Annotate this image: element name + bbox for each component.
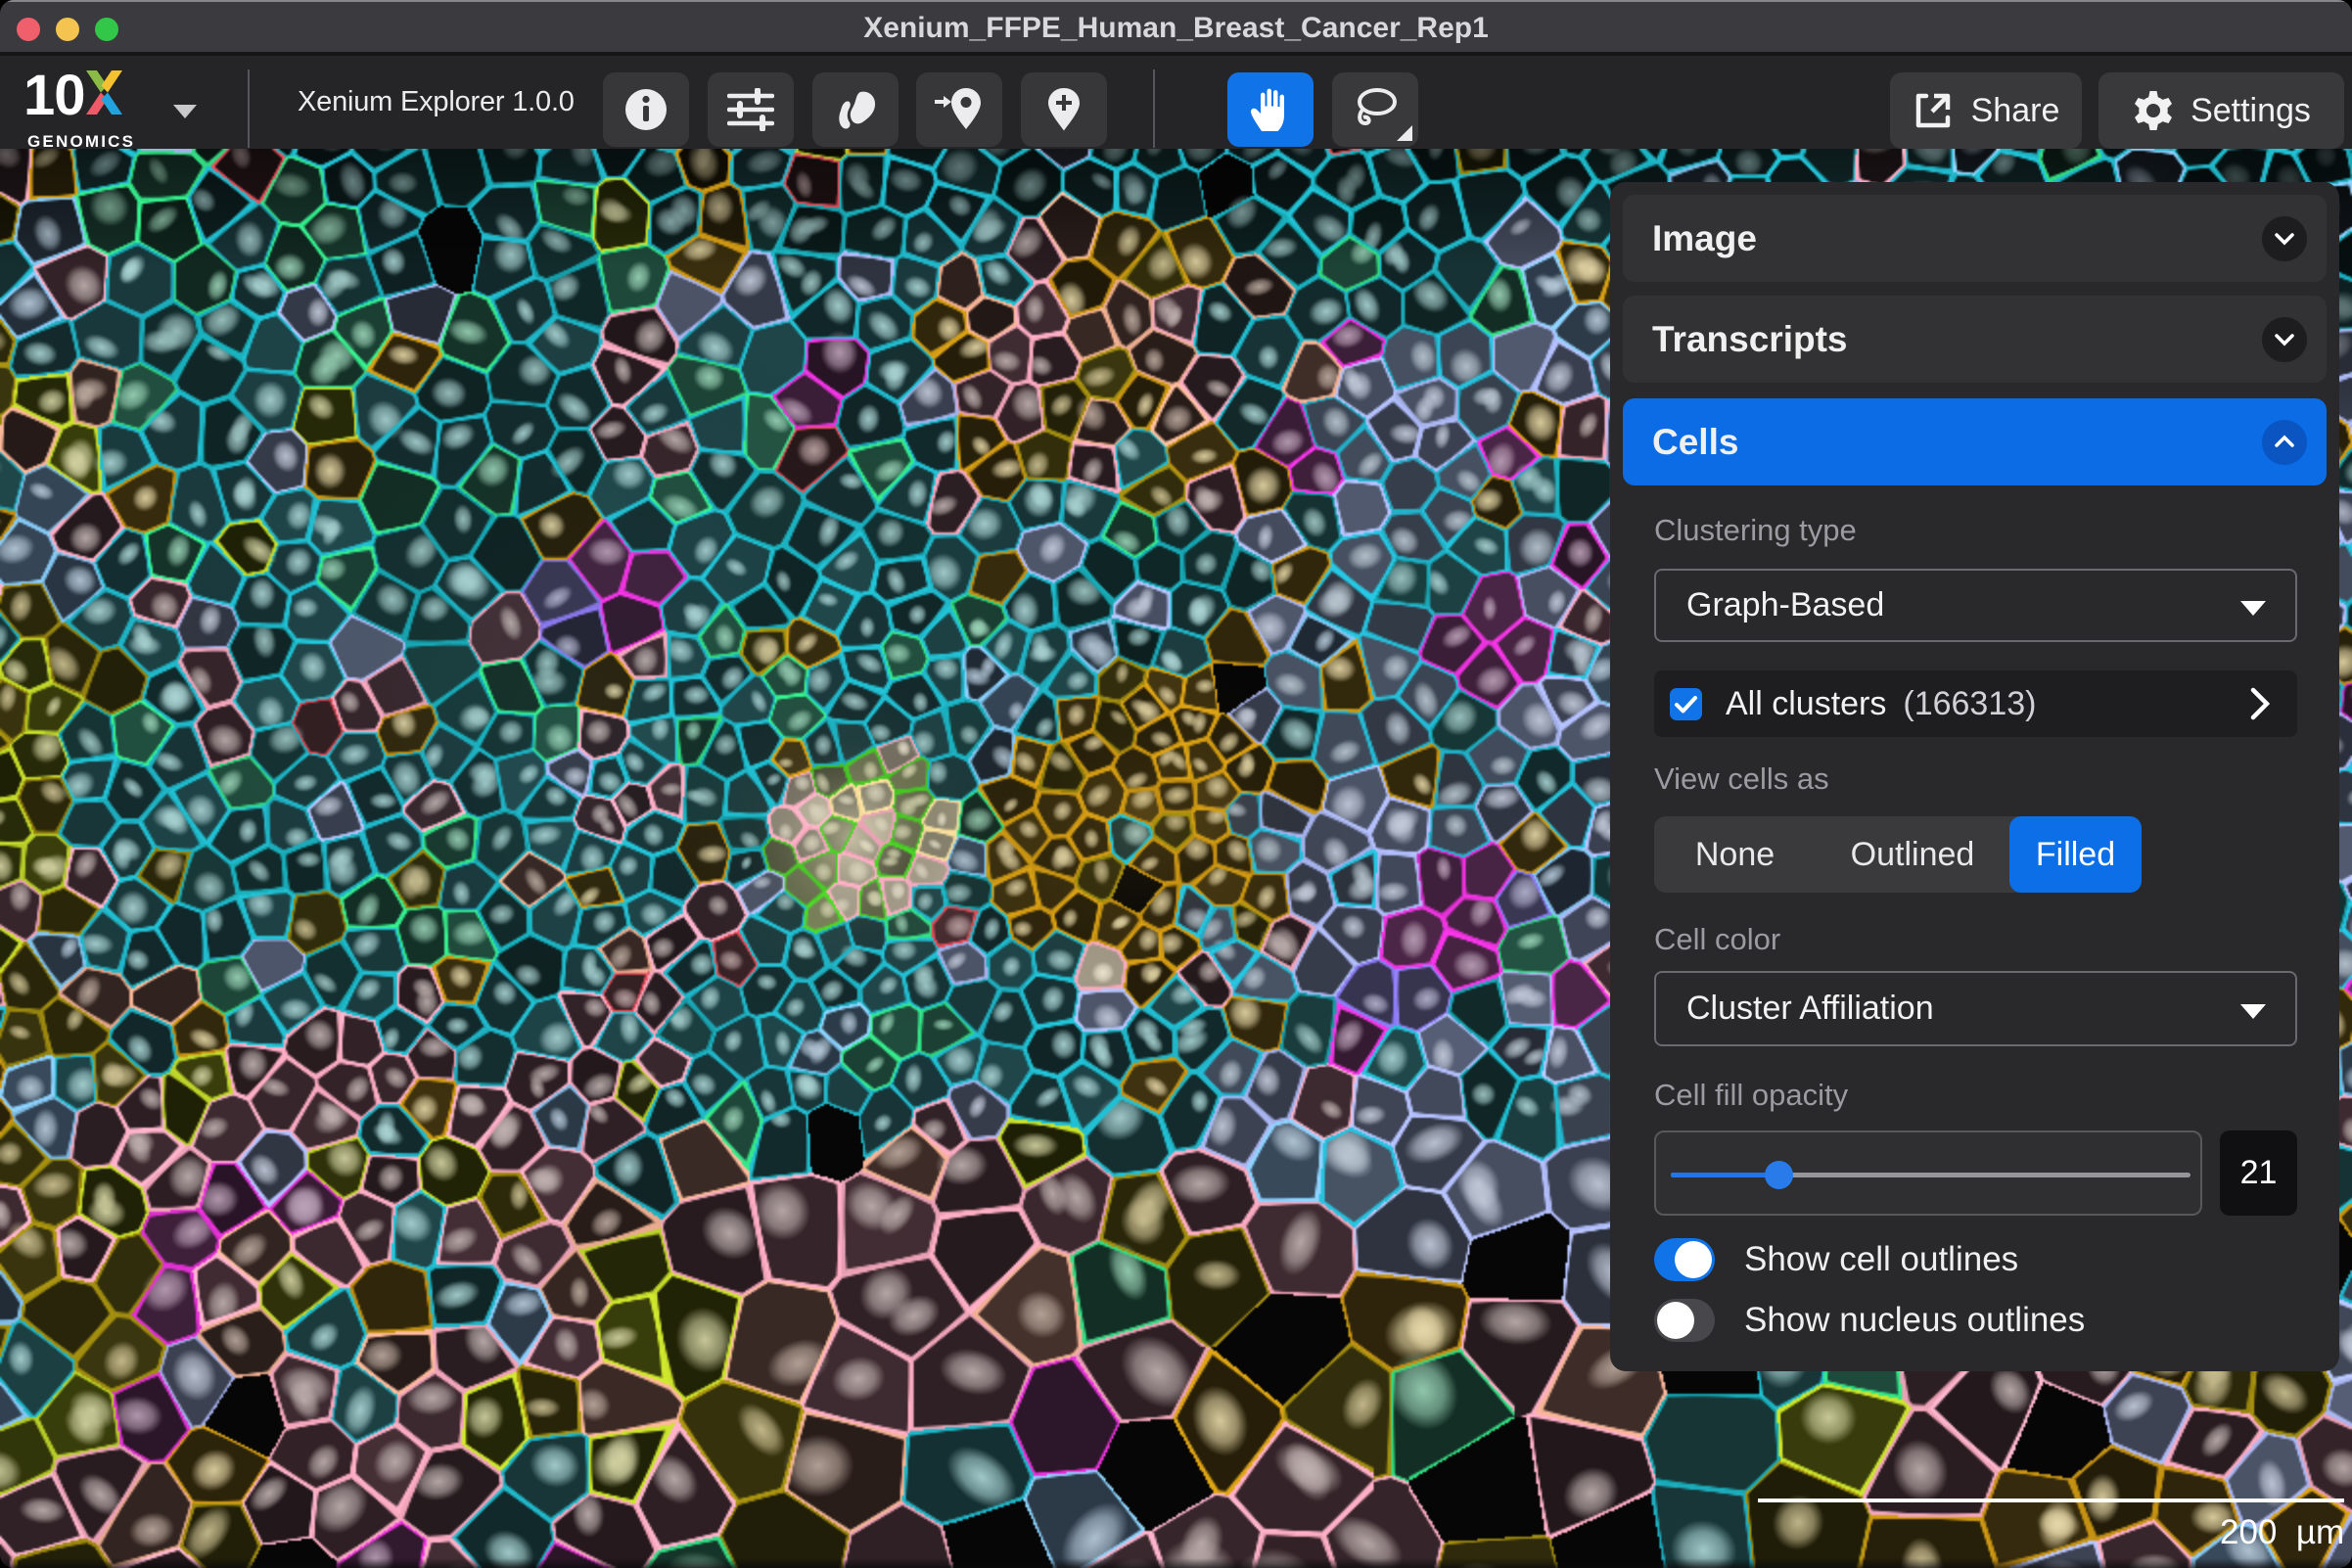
svg-text:10: 10 <box>23 64 85 127</box>
